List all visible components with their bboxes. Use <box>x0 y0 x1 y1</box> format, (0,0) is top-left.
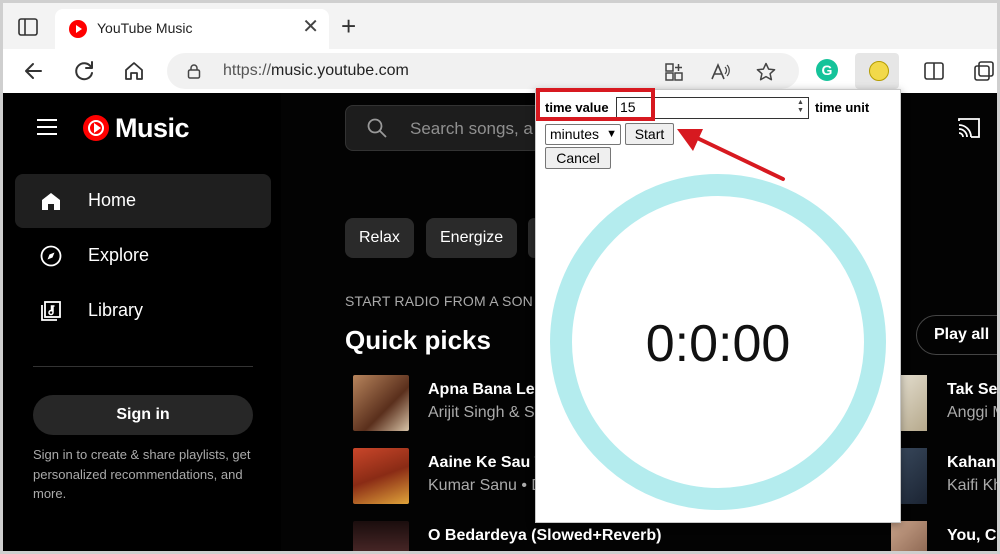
song-thumbnail <box>891 521 927 551</box>
mood-chip-energize[interactable]: Energize <box>426 218 518 258</box>
menu-icon[interactable] <box>37 119 57 135</box>
song-title[interactable]: O Bedardeya (Slowed+Reverb) <box>428 527 661 545</box>
search-input[interactable]: Search songs, a <box>410 119 533 139</box>
timer-extension-icon <box>869 61 889 81</box>
home-icon <box>42 193 60 210</box>
section-subheading: START RADIO FROM A SON <box>345 293 533 309</box>
new-tab-button[interactable]: + <box>341 13 356 39</box>
lock-icon[interactable] <box>187 63 201 79</box>
grammarly-extension-icon[interactable]: G <box>816 59 838 81</box>
time-unit-label: time unit <box>815 100 870 115</box>
back-arrow-icon[interactable] <box>21 58 47 84</box>
logo-text: Music <box>115 113 190 143</box>
tab-actions-icon[interactable] <box>17 16 39 38</box>
library-icon <box>41 301 61 321</box>
song-artist[interactable]: Anggi M <box>947 404 997 422</box>
song-title[interactable]: Aaine Ke Sau T <box>428 454 544 472</box>
sidebar: Music Home Explore Library Sign in Sign … <box>3 93 281 551</box>
collections-icon[interactable] <box>971 58 997 84</box>
sidebar-item-label: Home <box>88 190 137 210</box>
chevron-down-icon: ▼ <box>606 128 617 140</box>
start-button[interactable]: Start <box>625 123 674 145</box>
section-heading: Quick picks <box>345 325 491 355</box>
address-bar[interactable]: https://music.youtube.com <box>167 53 799 89</box>
timer-extension-button[interactable] <box>855 53 899 89</box>
time-unit-selected: minutes <box>550 126 600 142</box>
search-icon <box>367 118 387 138</box>
refresh-icon[interactable] <box>71 58 97 84</box>
song-title[interactable]: You, Cl <box>947 527 997 545</box>
song-thumbnail <box>353 375 409 431</box>
sidebar-item-library[interactable]: Library <box>15 284 271 338</box>
song-row[interactable]: O Bedardeya (Slowed+Reverb) <box>353 521 953 551</box>
annotation-highlight-box <box>536 88 655 121</box>
song-title[interactable]: Kahani <box>947 454 997 472</box>
browser-tab-bar: YouTube Music ✕ + <box>3 3 997 49</box>
song-artist[interactable]: Kaifi Kh <box>947 477 997 495</box>
favorite-star-icon[interactable] <box>755 61 777 83</box>
time-unit-select[interactable]: minutes ▼ <box>545 124 621 145</box>
browser-toolbar: https://music.youtube.com G <box>3 49 997 94</box>
music-logo-icon <box>83 115 109 141</box>
sign-in-button[interactable]: Sign in <box>33 395 253 435</box>
tab-title: YouTube Music <box>97 20 193 36</box>
url-text[interactable]: https://music.youtube.com <box>223 62 409 80</box>
sidebar-item-home[interactable]: Home <box>15 174 271 228</box>
song-row-right[interactable]: You, Cl <box>891 521 997 551</box>
cancel-button[interactable]: Cancel <box>545 147 611 169</box>
cast-icon[interactable] <box>957 117 981 139</box>
split-screen-icon[interactable] <box>921 58 947 84</box>
sign-in-hint: Sign in to create & share playlists, get… <box>33 447 251 501</box>
read-aloud-icon[interactable] <box>709 61 731 83</box>
compass-icon <box>40 245 62 267</box>
song-artist[interactable]: Arijit Singh & Sa <box>428 404 544 422</box>
sidebar-item-label: Library <box>88 300 144 320</box>
annotation-arrow-icon <box>677 129 785 181</box>
home-browser-icon[interactable] <box>121 58 147 84</box>
browser-tab-youtube-music[interactable]: YouTube Music ✕ <box>55 9 329 49</box>
play-all-button[interactable]: Play all <box>916 315 997 355</box>
song-row-right[interactable]: Tak Seg Anggi M <box>891 375 997 431</box>
timer-display: 0:0:00 <box>645 315 791 373</box>
song-artist[interactable]: Kumar Sanu • D <box>428 477 543 495</box>
screenshot-frame: YouTube Music ✕ + https://music.youtube.… <box>0 0 1000 554</box>
app-available-icon[interactable] <box>663 61 685 83</box>
tab-close-icon[interactable]: ✕ <box>302 17 319 37</box>
song-title[interactable]: Tak Seg <box>947 381 997 399</box>
sidebar-item-label: Explore <box>88 245 150 265</box>
song-title[interactable]: Apna Bana Le ( <box>428 381 544 399</box>
mood-chip-relax[interactable]: Relax <box>345 218 414 258</box>
sidebar-item-explore[interactable]: Explore <box>15 229 271 283</box>
youtube-favicon-icon <box>69 20 87 38</box>
song-row-right[interactable]: Kahani Kaifi Kh <box>891 448 997 504</box>
number-spinner-icon[interactable]: ▲ ▼ <box>797 99 804 115</box>
song-thumbnail <box>353 521 409 551</box>
sidebar-divider <box>33 366 253 367</box>
song-thumbnail <box>353 448 409 504</box>
